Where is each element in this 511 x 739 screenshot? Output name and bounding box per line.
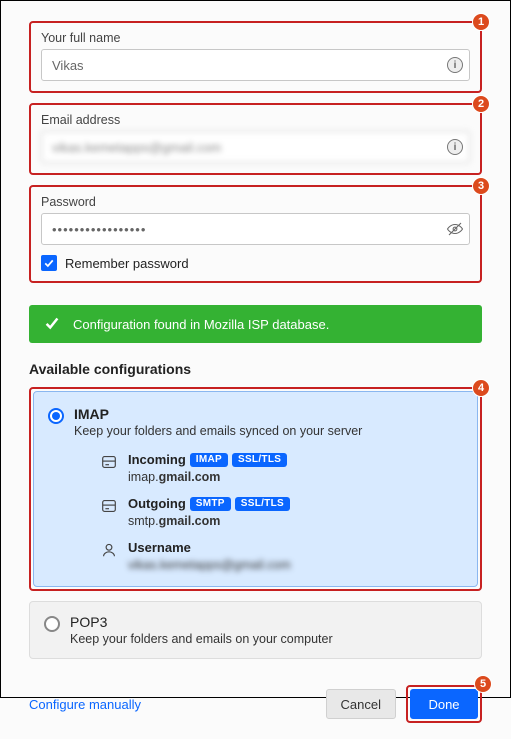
password-group: 3 Password Remember password (29, 185, 482, 283)
remember-password-checkbox[interactable] (41, 255, 57, 271)
pop3-title: POP3 (70, 614, 467, 630)
info-icon[interactable]: i (446, 56, 464, 74)
callout-4: 4 (472, 379, 490, 397)
remember-password-label: Remember password (65, 256, 189, 271)
incoming-security-badge: SSL/TLS (232, 453, 287, 467)
status-banner: Configuration found in Mozilla ISP datab… (29, 305, 482, 343)
incoming-label: Incoming (128, 452, 186, 467)
incoming-host: imap.gmail.com (128, 470, 287, 484)
done-button[interactable]: Done (410, 689, 478, 719)
callout-3: 3 (472, 177, 490, 195)
password-label: Password (41, 195, 470, 209)
incoming-row: Incoming IMAP SSL/TLS imap.gmail.com (100, 452, 463, 484)
available-configs-title: Available configurations (29, 361, 482, 377)
username-value: vikas.kemetapps@gmail.com (128, 558, 291, 572)
callout-5: 5 (474, 675, 492, 693)
show-password-icon[interactable] (446, 220, 464, 238)
pop3-card[interactable]: POP3 Keep your folders and emails on you… (29, 601, 482, 659)
status-text: Configuration found in Mozilla ISP datab… (73, 317, 329, 332)
full-name-label: Your full name (41, 31, 470, 45)
username-label: Username (128, 540, 191, 555)
password-input[interactable] (41, 213, 470, 245)
callout-1: 1 (472, 13, 490, 31)
configure-manually-link[interactable]: Configure manually (29, 697, 141, 712)
username-row: Username vikas.kemetapps@gmail.com (100, 540, 463, 572)
incoming-proto-badge: IMAP (190, 453, 228, 467)
pop3-radio[interactable] (44, 616, 60, 632)
outgoing-proto-badge: SMTP (190, 497, 231, 511)
email-input[interactable] (41, 131, 470, 163)
full-name-input[interactable] (41, 49, 470, 81)
outgoing-host: smtp.gmail.com (128, 514, 290, 528)
full-name-group: 1 Your full name i (29, 21, 482, 93)
outgoing-security-badge: SSL/TLS (235, 497, 290, 511)
imap-title: IMAP (74, 406, 463, 422)
pop3-desc: Keep your folders and emails on your com… (70, 632, 467, 646)
account-setup-form: 1 Your full name i 2 Email address i 3 P… (1, 1, 510, 739)
incoming-server-icon (100, 453, 118, 471)
callout-2: 2 (472, 95, 490, 113)
email-group: 2 Email address i (29, 103, 482, 175)
user-icon (100, 541, 118, 559)
imap-config-box: 4 IMAP Keep your folders and emails sync… (29, 387, 482, 591)
cancel-button[interactable]: Cancel (326, 689, 396, 719)
email-label: Email address (41, 113, 470, 127)
success-check-icon (43, 314, 61, 335)
outgoing-server-icon (100, 497, 118, 515)
imap-radio[interactable] (48, 408, 64, 424)
imap-desc: Keep your folders and emails synced on y… (74, 424, 463, 438)
outgoing-label: Outgoing (128, 496, 186, 511)
imap-card[interactable]: IMAP Keep your folders and emails synced… (33, 391, 478, 587)
outgoing-row: Outgoing SMTP SSL/TLS smtp.gmail.com (100, 496, 463, 528)
info-icon[interactable]: i (446, 138, 464, 156)
